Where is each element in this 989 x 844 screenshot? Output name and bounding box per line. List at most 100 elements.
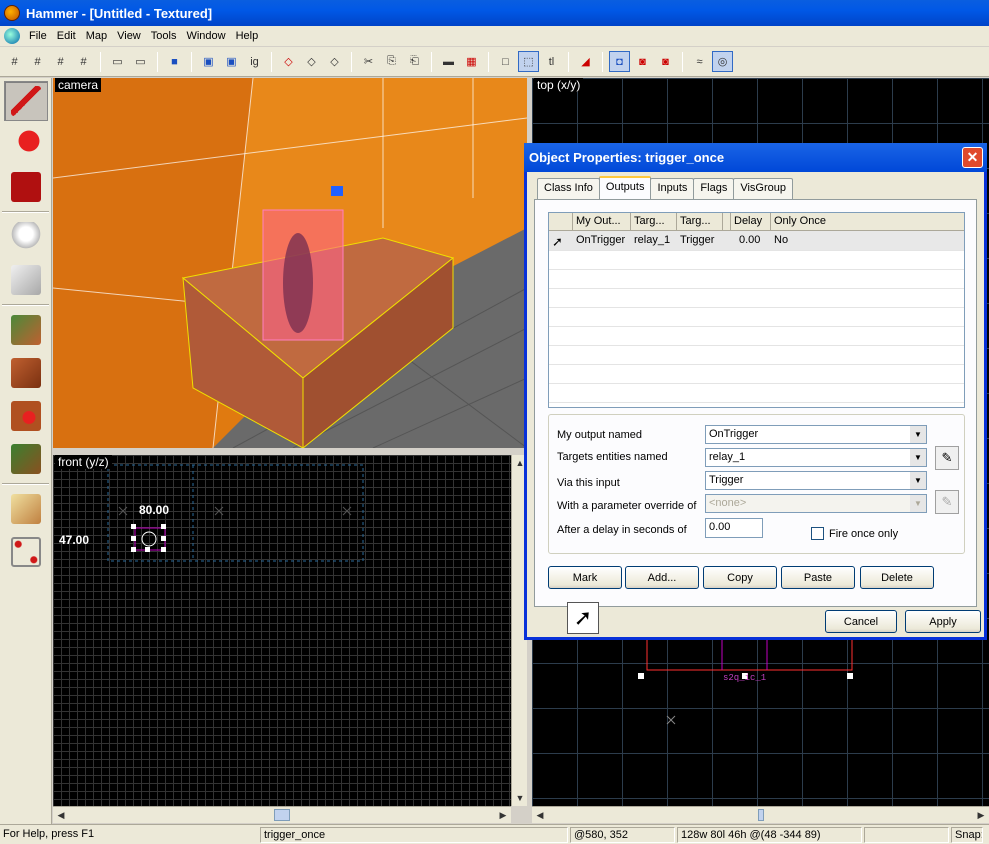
carve-icon[interactable]: ◇: [278, 51, 299, 72]
tab-visgroup[interactable]: VisGroup: [733, 178, 793, 199]
scroll-right-arrow-icon[interactable]: ▶: [973, 807, 989, 823]
toolbar-separator: [100, 51, 101, 72]
paste-button[interactable]: Paste: [781, 566, 855, 589]
checkbox-box[interactable]: [811, 527, 824, 540]
menu-map[interactable]: Map: [81, 30, 112, 42]
window-title: Hammer - [Untitled - Textured]: [26, 5, 213, 21]
outputs-list[interactable]: My Out... Targ... Targ... Delay Only Onc…: [548, 212, 965, 408]
entity-valve-icon[interactable]: ◙: [632, 51, 653, 72]
eyedropper-icon[interactable]: ✎: [935, 446, 959, 470]
hollow-icon[interactable]: ◇: [301, 51, 322, 72]
grid-icon[interactable]: #: [4, 51, 25, 72]
output-name-combo[interactable]: OnTrigger ▼: [705, 425, 927, 444]
group-icon[interactable]: ▭: [107, 51, 128, 72]
selection-tool[interactable]: [4, 81, 48, 121]
scroll-thumb[interactable]: [274, 809, 290, 821]
chevron-down-icon[interactable]: ▼: [910, 472, 926, 489]
toggle-label-icon[interactable]: tl: [541, 51, 562, 72]
top-hscrollbar[interactable]: ◀ ▶: [532, 806, 989, 823]
cut-icon[interactable]: ✂: [358, 51, 379, 72]
scroll-left-arrow-icon[interactable]: ◀: [532, 807, 548, 823]
tab-flags[interactable]: Flags: [693, 178, 735, 199]
column-target-input[interactable]: Targ...: [677, 213, 723, 230]
document-icon[interactable]: [4, 28, 20, 44]
menu-view[interactable]: View: [112, 30, 146, 42]
radius-culling-icon[interactable]: ◎: [712, 51, 733, 72]
column-my-output[interactable]: My Out...: [573, 213, 631, 230]
close-icon[interactable]: ✕: [962, 147, 983, 168]
parameter-override-combo[interactable]: <none> ▼: [705, 494, 927, 513]
column-delay[interactable]: Delay: [731, 213, 771, 230]
select-groups-icon[interactable]: ▣: [221, 51, 242, 72]
magnify-tool[interactable]: [4, 124, 48, 164]
carve-color-icon[interactable]: ◢: [575, 51, 596, 72]
add-button[interactable]: Add...: [625, 566, 699, 589]
tab-outputs[interactable]: Outputs: [598, 176, 652, 199]
entity-tool[interactable]: [4, 217, 48, 257]
cube-icon[interactable]: ■: [164, 51, 185, 72]
scroll-left-arrow-icon[interactable]: ◀: [53, 807, 69, 823]
chevron-down-icon[interactable]: ▼: [910, 426, 926, 443]
selection-box-icon[interactable]: □: [495, 51, 516, 72]
target-entities-combo[interactable]: relay_1 ▼: [705, 448, 927, 467]
column-icon-header[interactable]: [549, 213, 573, 230]
grid-snap-icon[interactable]: #: [73, 51, 94, 72]
textured-cube-icon: [11, 315, 41, 345]
grid-dots-icon[interactable]: #: [50, 51, 71, 72]
texture-tool[interactable]: [4, 310, 48, 350]
tab-inputs[interactable]: Inputs: [650, 178, 695, 199]
chevron-down-icon[interactable]: ▼: [910, 495, 926, 512]
tab-class-info[interactable]: Class Info: [537, 178, 600, 199]
block-icon: [11, 265, 41, 295]
copy-icon[interactable]: ⎘: [381, 51, 402, 72]
scroll-right-arrow-icon[interactable]: ▶: [495, 807, 511, 823]
column-target[interactable]: Targ...: [631, 213, 677, 230]
via-input-combo[interactable]: Trigger ▼: [705, 471, 927, 490]
mark-button[interactable]: Mark: [548, 566, 622, 589]
target-cube-icon: [11, 401, 41, 431]
table-row[interactable]: ➚ OnTrigger relay_1 Trigger 0.00 No: [549, 231, 964, 250]
front-scene: [107, 464, 364, 562]
wireframe-box-icon[interactable]: ◇: [324, 51, 345, 72]
apply-texture-tool[interactable]: [4, 353, 48, 393]
toolbar-separator: [682, 51, 683, 72]
fire-once-checkbox[interactable]: Fire once only: [811, 527, 898, 540]
apply-button[interactable]: Apply: [905, 610, 981, 633]
menu-edit[interactable]: Edit: [52, 30, 81, 42]
menu-help[interactable]: Help: [231, 30, 264, 42]
camera-tool[interactable]: [4, 167, 48, 207]
menu-file[interactable]: File: [24, 30, 52, 42]
ignore-groups-icon[interactable]: ig: [244, 51, 265, 72]
outputs-tab-panel: My Out... Targ... Targ... Delay Only Onc…: [534, 199, 977, 607]
chevron-down-icon[interactable]: ▼: [910, 449, 926, 466]
column-only-once[interactable]: Only Once: [771, 213, 963, 230]
clip-tool[interactable]: [4, 489, 48, 529]
select-objects-icon[interactable]: ▣: [198, 51, 219, 72]
menu-window[interactable]: Window: [181, 30, 230, 42]
overlay-tool[interactable]: [4, 439, 48, 479]
copy-button[interactable]: Copy: [703, 566, 777, 589]
dialog-titlebar[interactable]: Object Properties: trigger_once ✕: [524, 143, 987, 172]
cancel-button[interactable]: Cancel: [825, 610, 897, 633]
texture-lock-icon[interactable]: ▬: [438, 51, 459, 72]
ungroup-icon[interactable]: ▭: [130, 51, 151, 72]
decal-tool[interactable]: [4, 396, 48, 436]
toolbar-separator: [191, 51, 192, 72]
block-tool[interactable]: [4, 260, 48, 300]
delete-button[interactable]: Delete: [860, 566, 934, 589]
front-viewport[interactable]: 80.00 47.00 front (y/z): [53, 455, 527, 806]
selection-dotted-icon[interactable]: ⬚: [518, 51, 539, 72]
entity-output-icon[interactable]: ◘: [609, 51, 630, 72]
camera-viewport[interactable]: camera: [53, 78, 527, 448]
grid-3d-icon[interactable]: #: [27, 51, 48, 72]
delay-input[interactable]: 0.00: [705, 518, 763, 538]
front-hscrollbar[interactable]: ◀ ▶: [53, 806, 511, 823]
vertex-tool[interactable]: [4, 532, 48, 572]
paste-icon[interactable]: ⎗: [404, 51, 425, 72]
scroll-down-arrow-icon[interactable]: ▼: [512, 790, 528, 806]
entity-report-icon[interactable]: ◙: [655, 51, 676, 72]
path-icon[interactable]: ≈: [689, 51, 710, 72]
scroll-thumb[interactable]: [757, 809, 764, 821]
texture-scale-icon[interactable]: ▦: [461, 51, 482, 72]
menu-tools[interactable]: Tools: [146, 30, 182, 42]
